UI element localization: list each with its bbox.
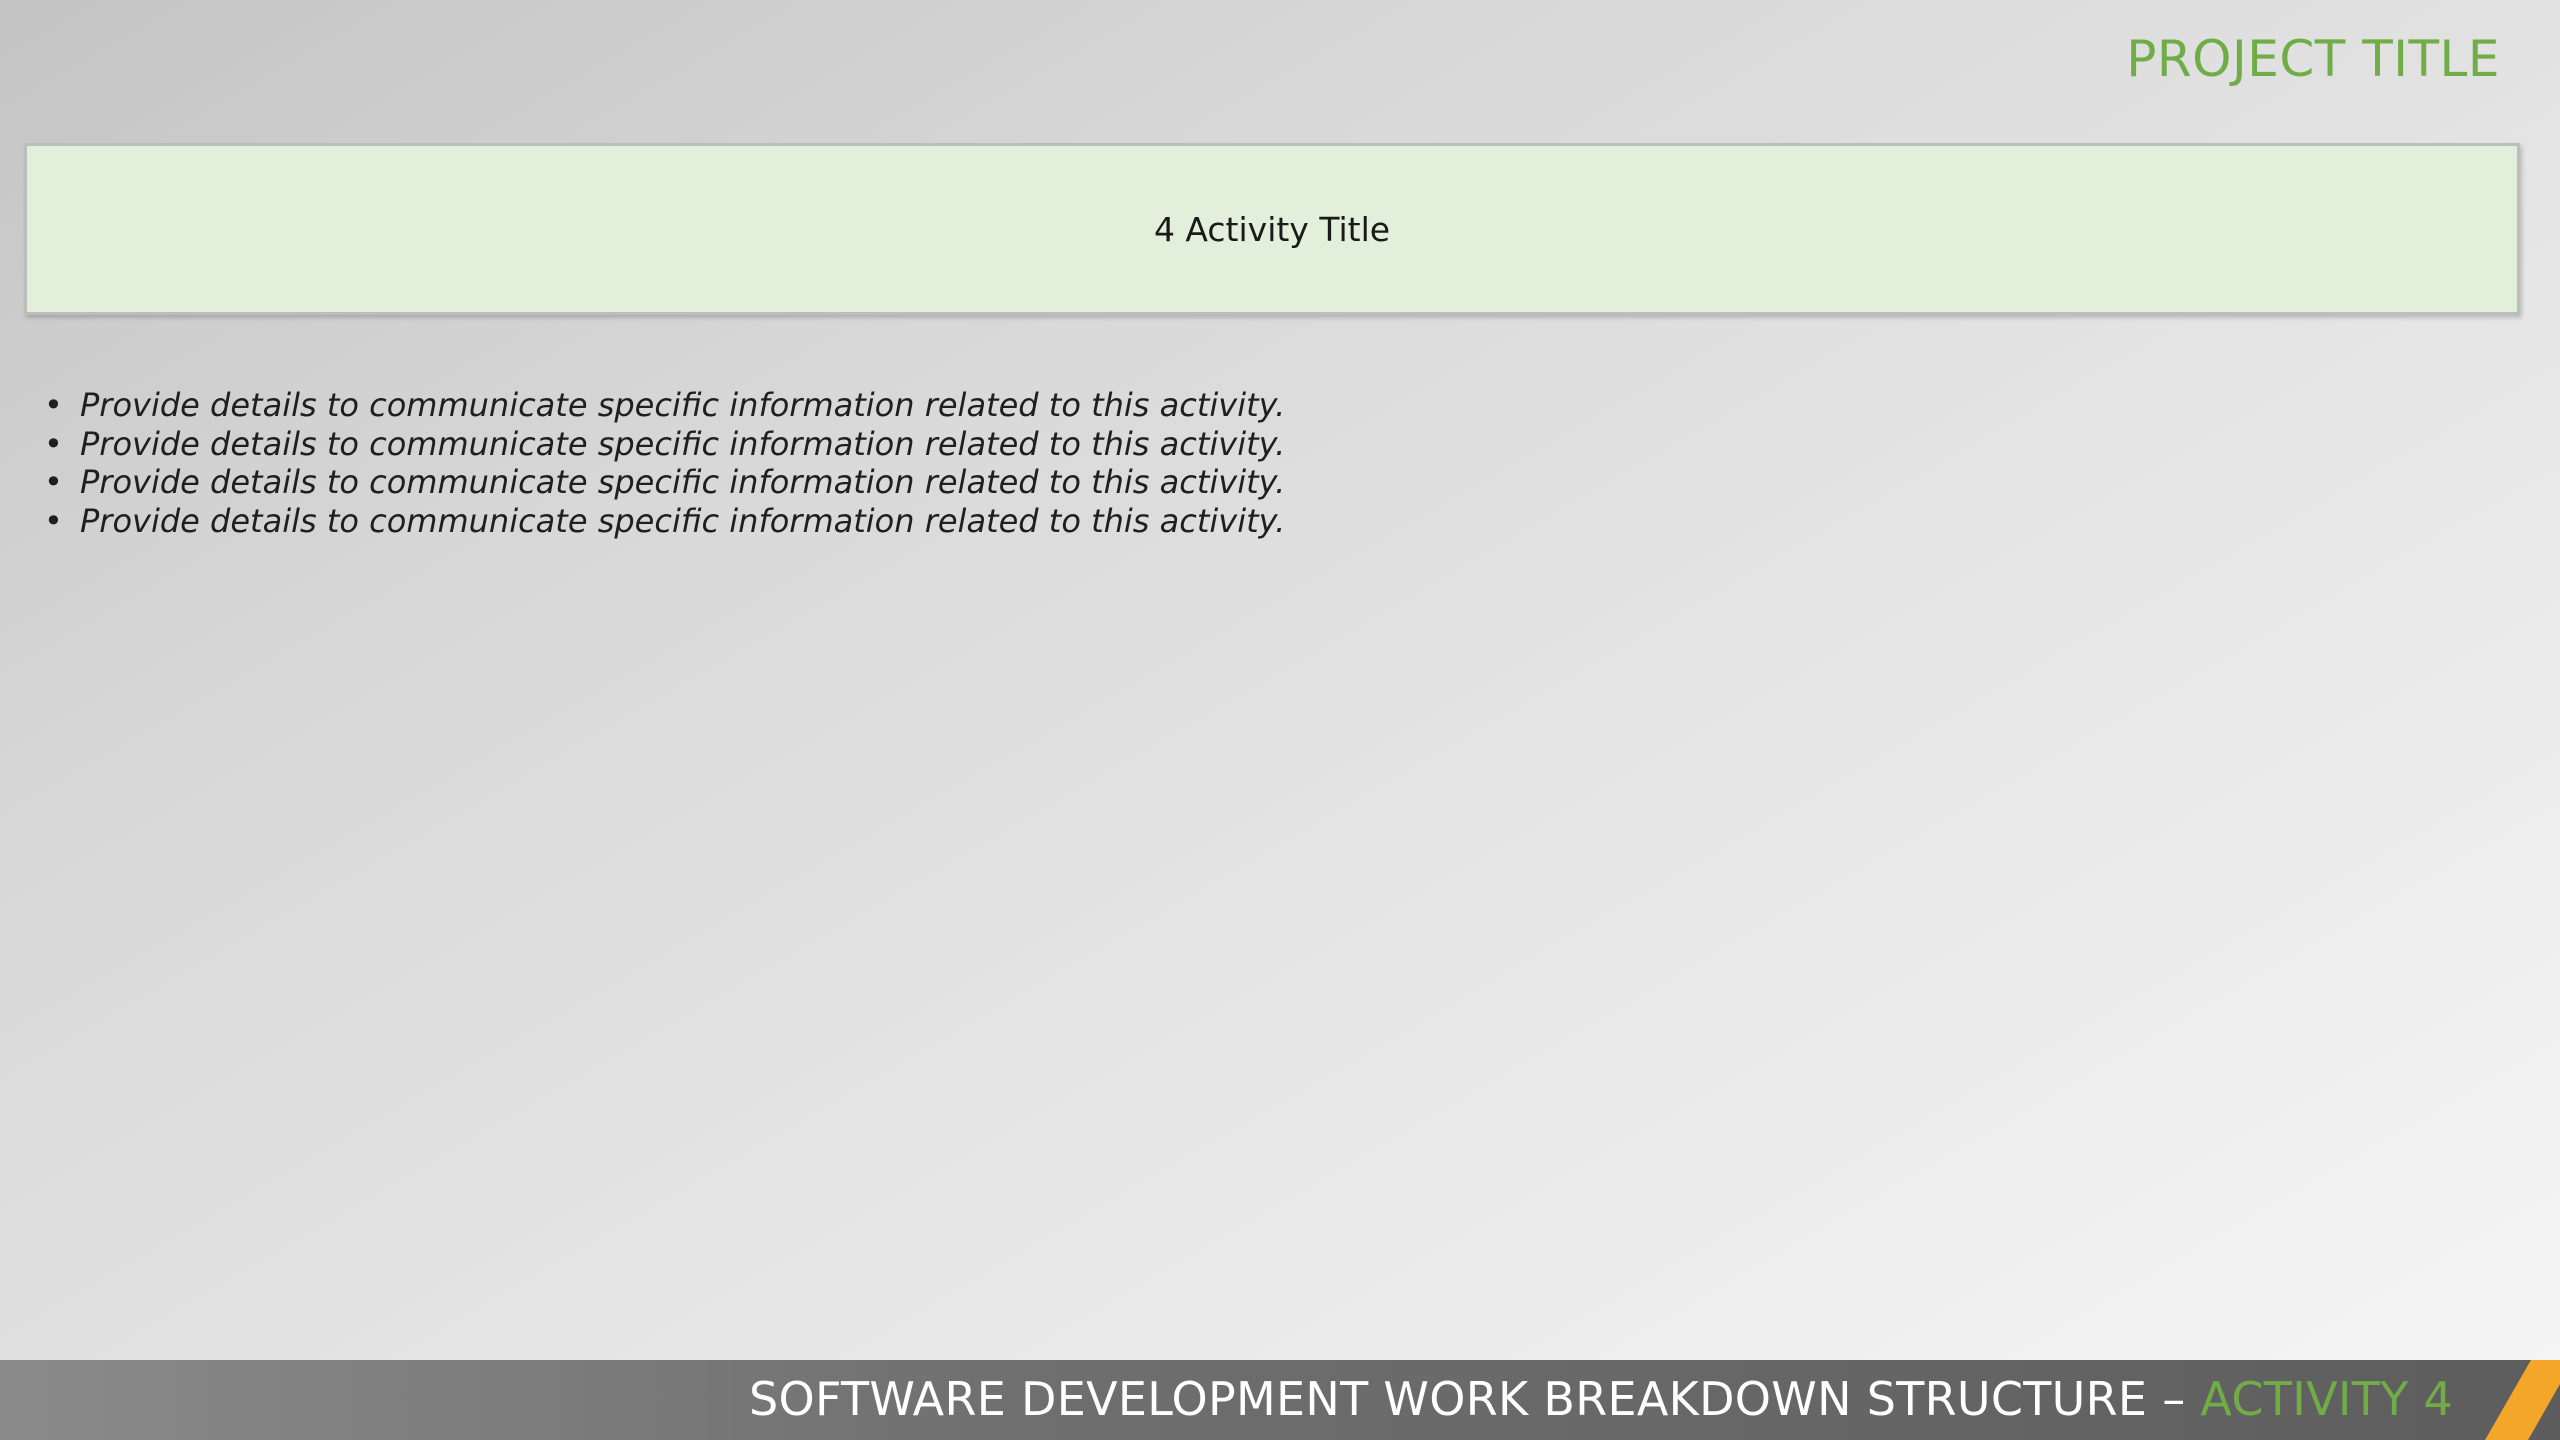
list-item: • Provide details to communicate specifi… bbox=[40, 463, 1285, 502]
list-item: • Provide details to communicate specifi… bbox=[40, 386, 1285, 425]
activity-details-list: • Provide details to communicate specifi… bbox=[40, 386, 1285, 540]
slide: PROJECT TITLE 4 Activity Title • Provide… bbox=[0, 0, 2560, 1440]
project-title: PROJECT TITLE bbox=[2126, 30, 2500, 88]
footer-title: SOFTWARE DEVELOPMENT WORK BREAKDOWN STRU… bbox=[749, 1372, 2453, 1426]
activity-title: 4 Activity Title bbox=[1153, 209, 1391, 249]
activity-title-box: 4 Activity Title bbox=[24, 143, 2520, 315]
bullet-text: Provide details to communicate specific … bbox=[80, 501, 1286, 540]
bullet-icon: • bbox=[44, 386, 63, 424]
list-item: • Provide details to communicate specifi… bbox=[40, 502, 1285, 541]
footer-bar: SOFTWARE DEVELOPMENT WORK BREAKDOWN STRU… bbox=[0, 1360, 2560, 1440]
footer-separator: – bbox=[2147, 1372, 2201, 1426]
stripe-shape bbox=[2485, 1360, 2560, 1440]
bullet-icon: • bbox=[44, 463, 63, 501]
footer-activity-label: ACTIVITY 4 bbox=[2200, 1372, 2453, 1426]
bullet-icon: • bbox=[44, 424, 63, 463]
bullet-icon: • bbox=[44, 501, 63, 540]
bullet-text: Provide details to communicate specific … bbox=[80, 424, 1286, 463]
bullet-text: Provide details to communicate specific … bbox=[80, 386, 1286, 424]
list-item: • Provide details to communicate specifi… bbox=[40, 425, 1285, 464]
footer-main-text: SOFTWARE DEVELOPMENT WORK BREAKDOWN STRU… bbox=[749, 1372, 2148, 1426]
diagonal-stripe-icon bbox=[2485, 1360, 2560, 1440]
bullet-text: Provide details to communicate specific … bbox=[80, 463, 1286, 501]
